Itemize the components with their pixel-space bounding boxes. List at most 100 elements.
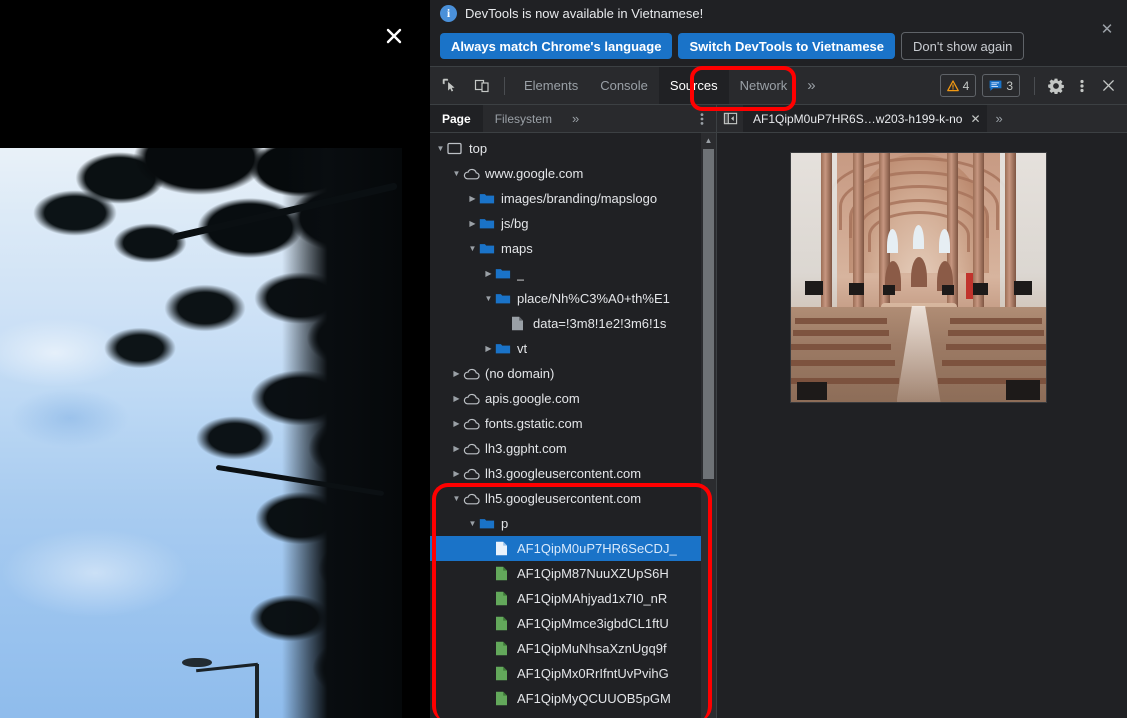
domain-cloud-icon [463, 468, 480, 480]
file-tree-row-label: www.google.com [485, 166, 584, 181]
file-tree-row-label: p [501, 516, 509, 531]
chevron-down-icon[interactable]: ▼ [450, 494, 463, 503]
banner-close-button[interactable]: ✕ [1097, 19, 1117, 39]
chevron-right-icon[interactable]: ▶ [450, 419, 463, 428]
file-tree-row-label: apis.google.com [485, 391, 580, 406]
chevron-down-icon[interactable]: ▼ [466, 244, 479, 253]
file-tree-row-label: AF1QipMmce3igbdCL1ftU [517, 616, 669, 631]
message-count-badge[interactable]: 3 [982, 74, 1020, 97]
chevron-down-icon[interactable]: ▼ [434, 144, 447, 153]
file-tree-row-label: AF1QipMuNhsaXznUgq9f [517, 641, 667, 656]
file-tree-row[interactable]: ▶AF1QipMuNhsaXznUgq9f [430, 636, 716, 661]
file-tree-row-label: AF1QipM0uP7HR6SeCDJ_ [517, 541, 677, 556]
file-tree-row[interactable]: ▶ images/branding/mapslogo [430, 186, 716, 211]
dont-show-again-button[interactable]: Don't show again [901, 32, 1025, 60]
document-file-icon [511, 316, 528, 331]
folder-icon [479, 242, 496, 255]
file-tree-row[interactable]: ▶ lh3.ggpht.com [430, 436, 716, 461]
file-tree-row[interactable]: ▶ _ [430, 261, 716, 286]
editor-more-tabs-button[interactable]: » [987, 111, 1012, 126]
file-tree-row[interactable]: ▼ p [430, 511, 716, 536]
nav-tab-page[interactable]: Page [430, 105, 483, 132]
chevron-right-icon[interactable]: ▶ [450, 469, 463, 478]
file-tree-row[interactable]: ▶AF1QipMyQCUUOB5pGM [430, 686, 716, 711]
nave-column [853, 153, 864, 333]
toggle-device-toolbar-button[interactable] [468, 72, 496, 100]
pew-row [791, 360, 895, 366]
file-tree-row[interactable]: ▶AF1QipMx0RrIfntUvPvihG [430, 661, 716, 686]
file-tree-row[interactable]: ▼ place/Nh%C3%A0+th%E1 [430, 286, 716, 311]
toggle-navigator-button[interactable] [717, 105, 743, 132]
devtools-main-toolbar: Elements Console Sources Network » 4 3 [430, 67, 1127, 105]
screen-root: i DevTools is now available in Vietnames… [0, 0, 1127, 718]
file-tree-row[interactable]: ▶ apis.google.com [430, 386, 716, 411]
lightbox-close-button[interactable] [381, 23, 407, 49]
close-devtools-button[interactable] [1095, 73, 1121, 99]
tab-sources[interactable]: Sources [658, 67, 729, 104]
navigator-more-tabs-button[interactable]: » [564, 111, 587, 126]
nav-tab-filesystem[interactable]: Filesystem [483, 105, 564, 132]
tab-elements[interactable]: Elements [513, 67, 589, 104]
file-tree-row[interactable]: ▶ vt [430, 336, 716, 361]
editor-tab-close-icon[interactable]: ✕ [970, 112, 980, 126]
editor-tab-image[interactable]: AF1QipM0uP7HR6S…w203-h199-k-no ✕ [743, 105, 987, 132]
more-tabs-button[interactable]: » [798, 67, 824, 104]
warning-count-badge[interactable]: 4 [939, 74, 977, 97]
chevron-down-icon[interactable]: ▼ [482, 294, 495, 303]
pew-shadow [797, 382, 827, 400]
chevron-right-icon[interactable]: ▶ [450, 369, 463, 378]
file-tree-row-label: lh3.googleusercontent.com [485, 466, 642, 481]
file-tree-row[interactable]: ▶data=!3m8!1e2!3m6!1s [430, 311, 716, 336]
tab-console[interactable]: Console [589, 67, 659, 104]
file-tree-row[interactable]: ▶AF1QipM87NuuXZUpS6H [430, 561, 716, 586]
chevron-right-icon[interactable]: ▶ [482, 344, 495, 353]
toolbar-right-group: 4 3 [939, 73, 1127, 99]
file-tree-row-label: top [469, 141, 488, 156]
red-banner [966, 273, 973, 299]
file-tree-row[interactable]: ▼ maps [430, 236, 716, 261]
file-tree-row-selected[interactable]: ▶AF1QipM0uP7HR6SeCDJ_ [430, 536, 716, 561]
chevron-right-icon[interactable]: ▶ [466, 219, 479, 228]
file-tree-row[interactable]: ▼ lh5.googleusercontent.com [430, 486, 716, 511]
file-tree-row[interactable]: ▶ js/bg [430, 211, 716, 236]
domain-cloud-icon [463, 493, 480, 505]
image-preview-area [717, 133, 1127, 718]
domain-cloud-icon [463, 418, 480, 430]
folder-icon [495, 292, 512, 305]
pew-row [946, 344, 1046, 350]
file-tree[interactable]: ▼ top ▼ www.google.com ▶ images/branding/maps… [430, 133, 716, 718]
file-tree-row-label: place/Nh%C3%A0+th%E1 [517, 291, 670, 306]
file-tree-row[interactable]: ▼ www.google.com [430, 161, 716, 186]
chevron-right-icon[interactable]: ▶ [450, 444, 463, 453]
chevron-down-icon[interactable]: ▼ [466, 519, 479, 528]
file-tree-row[interactable]: ▶AF1QipMmce3igbdCL1ftU [430, 611, 716, 636]
chevron-right-icon[interactable]: ▶ [450, 394, 463, 403]
tab-network[interactable]: Network [729, 67, 799, 104]
file-tree-scrollbar[interactable]: ▲ [701, 133, 716, 718]
close-icon [386, 28, 402, 44]
chevron-right-icon[interactable]: ▶ [466, 194, 479, 203]
file-tree-row[interactable]: ▶ (no domain) [430, 361, 716, 386]
customize-devtools-button[interactable] [1069, 73, 1095, 99]
scrollbar-thumb[interactable] [703, 149, 714, 479]
inspect-element-button[interactable] [435, 72, 463, 100]
file-tree-row-label: fonts.gstatic.com [485, 416, 583, 431]
settings-button[interactable] [1043, 73, 1069, 99]
domain-cloud-icon [463, 393, 480, 405]
devtools-window: i DevTools is now available in Vietnames… [430, 0, 1127, 718]
always-match-language-button[interactable]: Always match Chrome's language [440, 33, 673, 59]
file-tree-row[interactable]: ▶ lh3.googleusercontent.com [430, 461, 716, 486]
navigator-options-button[interactable] [692, 108, 712, 129]
file-tree-row[interactable]: ▼ top [430, 136, 716, 161]
editor-tab-label: AF1QipM0uP7HR6S…w203-h199-k-no [753, 111, 963, 126]
scroll-up-arrow-icon[interactable]: ▲ [701, 133, 716, 148]
image-file-icon [495, 666, 512, 681]
speaker [805, 281, 823, 295]
file-tree-row-label: AF1QipMx0RrIfntUvPvihG [517, 666, 669, 681]
image-file-icon [495, 641, 512, 656]
file-tree-row[interactable]: ▶ fonts.gstatic.com [430, 411, 716, 436]
chevron-down-icon[interactable]: ▼ [450, 169, 463, 178]
switch-devtools-language-button[interactable]: Switch DevTools to Vietnamese [678, 33, 896, 59]
file-tree-row[interactable]: ▶AF1QipMAhjyad1x7I0_nR [430, 586, 716, 611]
chevron-right-icon[interactable]: ▶ [482, 269, 495, 278]
